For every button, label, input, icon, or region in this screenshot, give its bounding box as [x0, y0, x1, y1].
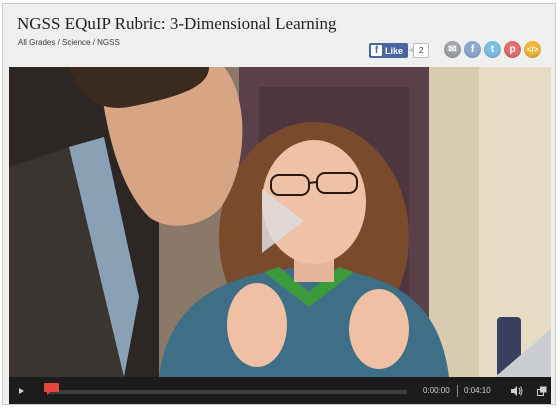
- video-embed-card: NGSS EQuIP Rubric: 3-Dimensional Learnin…: [2, 3, 556, 405]
- breadcrumb[interactable]: All Grades / Science / NGSS: [18, 38, 120, 47]
- progress-handle[interactable]: [44, 383, 59, 395]
- video-header: NGSS EQuIP Rubric: 3-Dimensional Learnin…: [3, 4, 555, 66]
- facebook-like-widget: f Like 2: [369, 43, 430, 58]
- email-icon[interactable]: ✉: [444, 41, 461, 58]
- facebook-like-button[interactable]: f Like: [369, 43, 409, 58]
- duration: 0:04:10: [464, 386, 491, 395]
- player-controls: 0:00:00 0:04:10: [9, 377, 551, 404]
- progress-track[interactable]: [47, 390, 407, 394]
- play-overlay-icon[interactable]: [262, 189, 304, 253]
- facebook-like-count: 2: [408, 43, 430, 58]
- twitter-icon[interactable]: t: [484, 41, 501, 58]
- video-frame[interactable]: [9, 67, 551, 377]
- facebook-like-label: Like: [385, 45, 404, 56]
- volume-icon[interactable]: [511, 386, 523, 396]
- fullscreen-icon[interactable]: [537, 386, 547, 396]
- video-title[interactable]: NGSS EQuIP Rubric: 3-Dimensional Learnin…: [17, 14, 337, 34]
- time-divider: [457, 385, 458, 397]
- play-button[interactable]: [19, 388, 24, 394]
- facebook-logo-icon: f: [371, 45, 382, 56]
- embed-icon[interactable]: </>: [524, 41, 541, 58]
- pinterest-icon[interactable]: p: [504, 41, 521, 58]
- current-time: 0:00:00: [423, 386, 450, 395]
- facebook-icon[interactable]: f: [464, 41, 481, 58]
